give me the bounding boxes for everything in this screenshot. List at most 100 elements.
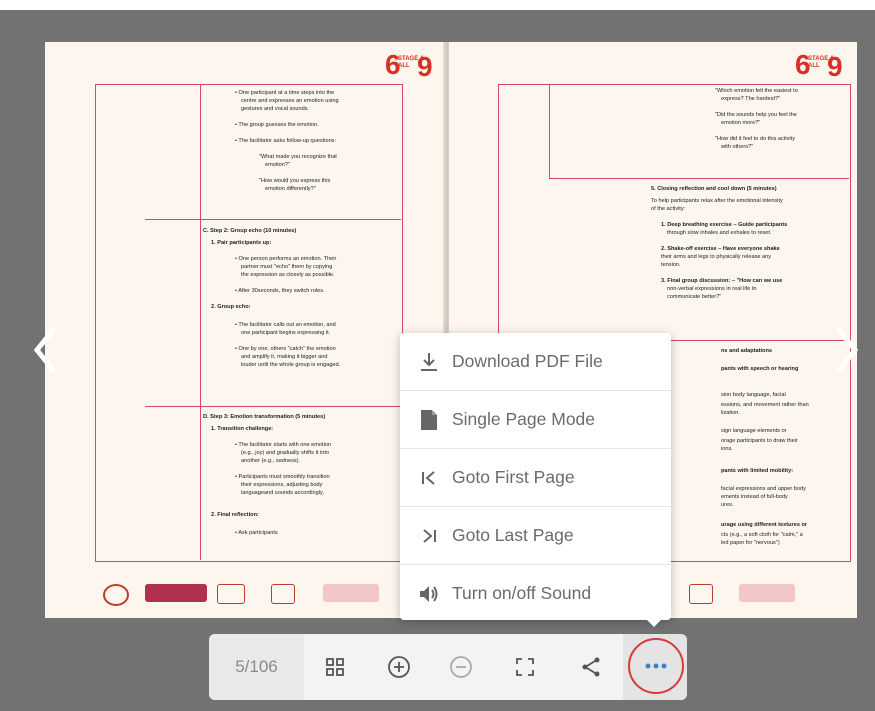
- page-heading: D. Step 3: Emotion transformation (5 min…: [203, 414, 326, 420]
- first-page-icon: [418, 467, 440, 489]
- page-line: 3. Final group discussion: – "How can we…: [661, 278, 783, 284]
- table-divider: [145, 406, 401, 407]
- menu-item-goto-first-page[interactable]: Goto First Page: [400, 449, 671, 507]
- fullscreen-button[interactable]: [507, 649, 543, 685]
- menu-item-label: Single Page Mode: [452, 409, 596, 429]
- page-line: languageand sounds accordingly.: [241, 490, 324, 496]
- page-line: • The facilitator calls out an emotion, …: [235, 322, 336, 328]
- page-line: • Ask participants: [235, 530, 278, 536]
- page-line: • The facilitator starts with one emotio…: [235, 442, 332, 448]
- page-line: pants with speech or hearing: [721, 366, 799, 372]
- partner-logo: [217, 584, 245, 604]
- page-heading: ns and adaptations: [721, 348, 772, 354]
- partner-logos: [689, 584, 839, 604]
- page-line: ements instead of full-body: [721, 494, 788, 500]
- zoom-out-button[interactable]: [443, 649, 479, 685]
- page-indicator[interactable]: 5/106: [209, 634, 304, 700]
- page-line: 1. Deep breathing exercise – Guide parti…: [661, 222, 788, 228]
- menu-item-goto-last-page[interactable]: Goto Last Page: [400, 507, 671, 565]
- stage-logo: 6 STAGE 4 ALL 9: [795, 49, 843, 82]
- page-line: "How did it feel to do this activity: [715, 136, 796, 142]
- page-line: • Participants must smoothly transition: [235, 474, 330, 480]
- page-line: 2. Shake-off exercise – Have everyone sh…: [661, 246, 780, 252]
- speaker-icon: [418, 583, 440, 605]
- page-line: "What made you recognize that: [259, 154, 337, 160]
- page-line: of the activity:: [651, 206, 686, 212]
- partner-logo: [271, 584, 295, 604]
- page-line: and amplify it, making it bigger and: [241, 354, 328, 360]
- menu-item-label: Goto Last Page: [452, 525, 574, 545]
- page-line: urage using different textures or: [721, 522, 808, 528]
- page-line: gestures and vocal sounds.: [241, 106, 310, 112]
- page-line: louder until the whole group is engaged.: [241, 362, 341, 368]
- menu-item-toggle-sound[interactable]: Turn on/off Sound: [400, 565, 671, 622]
- page-line: their expressions, adjusting body: [241, 482, 323, 488]
- page-line: centre and expresses an emotion using: [241, 98, 339, 104]
- download-icon: [418, 351, 440, 373]
- page-line: 1. Pair participants up:: [211, 240, 272, 246]
- page-line: with others?": [721, 144, 754, 150]
- page-line: non-verbal expressions in real life to: [667, 286, 757, 292]
- page-line: "Did the sounds help you feel the: [715, 112, 797, 118]
- share-button[interactable]: [573, 649, 609, 685]
- page-line: • One by one, others "catch" the emotion: [235, 346, 336, 352]
- page-line: • After 30seconds, they switch roles.: [235, 288, 325, 294]
- viewer-toolbar: 5/106: [209, 634, 687, 700]
- menu-item-label: Goto First Page: [452, 467, 575, 487]
- partner-logo: [145, 584, 207, 602]
- menu-item-label: Download PDF File: [452, 351, 603, 371]
- zoom-out-icon: [450, 656, 472, 678]
- page-line: led paper for "nervous"): [721, 540, 780, 546]
- share-icon: [582, 657, 600, 677]
- last-page-icon: [418, 525, 440, 547]
- partner-logo: [323, 584, 379, 602]
- thumbnails-button[interactable]: [317, 649, 353, 685]
- page-line: (e.g., joy) and gradually shifts it into: [241, 450, 329, 456]
- chevron-right-icon: [836, 327, 859, 373]
- page-line: • The facilitator asks follow-up questio…: [235, 138, 337, 144]
- page-heading: 5. Closing reflection and cool down (5 m…: [651, 186, 777, 192]
- menu-caret: [645, 618, 663, 627]
- page-line: 1. Transition challenge:: [211, 426, 274, 432]
- next-page-arrow[interactable]: [832, 320, 862, 380]
- more-icon: [645, 663, 667, 669]
- page-line: ions.: [721, 446, 733, 452]
- table-divider: [200, 84, 201, 560]
- chevron-left-icon: [33, 327, 56, 373]
- previous-page-arrow[interactable]: [30, 320, 60, 380]
- page-line: sion body language, facial: [721, 392, 786, 398]
- page-line: "Which emotion felt the easiest to: [715, 88, 798, 94]
- page-line: cts (e.g., a soft cloth for "calm," a: [721, 532, 803, 538]
- page-line: 2. Final reflection:: [211, 512, 259, 518]
- document-icon: [418, 409, 440, 431]
- page-line: one participant begins expressing it.: [241, 330, 331, 336]
- page-line: 2. Group echo:: [211, 304, 251, 310]
- partner-logo: [689, 584, 713, 604]
- page-line: pants with limited mobility:: [721, 468, 794, 474]
- page-line: emotion?": [265, 162, 290, 168]
- left-page: 6 STAGE 4 ALL 9 • One participant at a tim…: [45, 42, 445, 618]
- table-divider: [549, 84, 550, 179]
- page-line: "How would you express this: [259, 178, 331, 184]
- more-options-button[interactable]: [628, 638, 684, 694]
- page-line: • One person performs an emotion. Their: [235, 256, 337, 262]
- page-line: tension.: [661, 262, 681, 268]
- fullscreen-icon: [516, 658, 534, 676]
- table-divider: [145, 219, 401, 220]
- thumbnails-icon: [326, 658, 344, 676]
- zoom-in-icon: [388, 656, 410, 678]
- page-line: lization.: [721, 410, 740, 416]
- partner-logo: [103, 584, 129, 606]
- page-line: express? The hardest?": [721, 96, 781, 102]
- menu-item-single-page-mode[interactable]: Single Page Mode: [400, 391, 671, 449]
- menu-item-download-pdf[interactable]: Download PDF File: [400, 333, 671, 391]
- zoom-in-button[interactable]: [381, 649, 417, 685]
- page-heading: C. Step 2: Group echo (10 minutes): [203, 228, 297, 234]
- page-line: facial expressions and upper body: [721, 486, 806, 492]
- partner-logos: [103, 584, 383, 606]
- page-line: another (e.g., sadness).: [241, 458, 301, 464]
- page-line: their arms and legs to physically releas…: [661, 254, 772, 260]
- stage-logo: 6 STAGE 4 ALL 9: [385, 49, 433, 82]
- page-line: orage participants to draw their: [721, 438, 798, 444]
- more-options-menu: Download PDF File Single Page Mode Goto …: [400, 333, 671, 620]
